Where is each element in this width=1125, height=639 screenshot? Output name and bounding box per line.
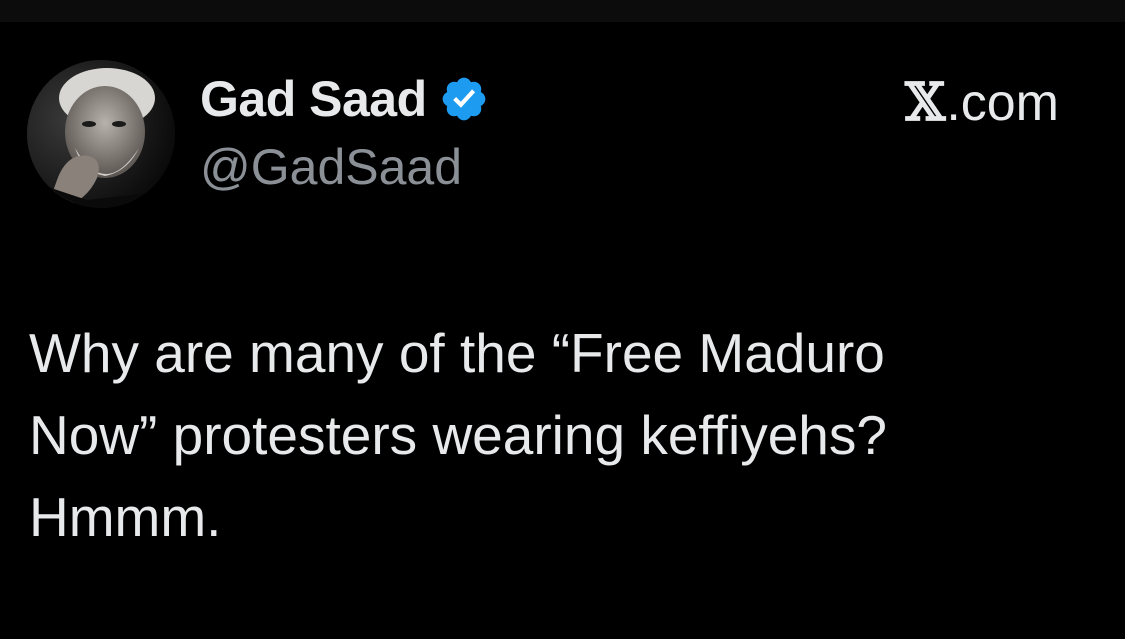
author-display-name[interactable]: Gad Saad: [200, 70, 427, 128]
author-name-row: Gad Saad: [200, 68, 489, 130]
avatar[interactable]: [27, 60, 175, 208]
tweet-card: Gad Saad @GadSaad 𝕏 .com Why are many of…: [0, 22, 1125, 639]
profile-photo-icon: [27, 60, 175, 208]
author-handle[interactable]: @GadSaad: [200, 138, 462, 196]
tweet-text: Why are many of the “Free Maduro Now” pr…: [29, 322, 887, 548]
verified-badge-icon: [439, 74, 489, 124]
source-label[interactable]: 𝕏 .com: [905, 72, 1059, 133]
top-strip: [0, 0, 1125, 22]
source-domain: .com: [946, 73, 1059, 132]
x-logo-icon: 𝕏: [904, 72, 946, 133]
